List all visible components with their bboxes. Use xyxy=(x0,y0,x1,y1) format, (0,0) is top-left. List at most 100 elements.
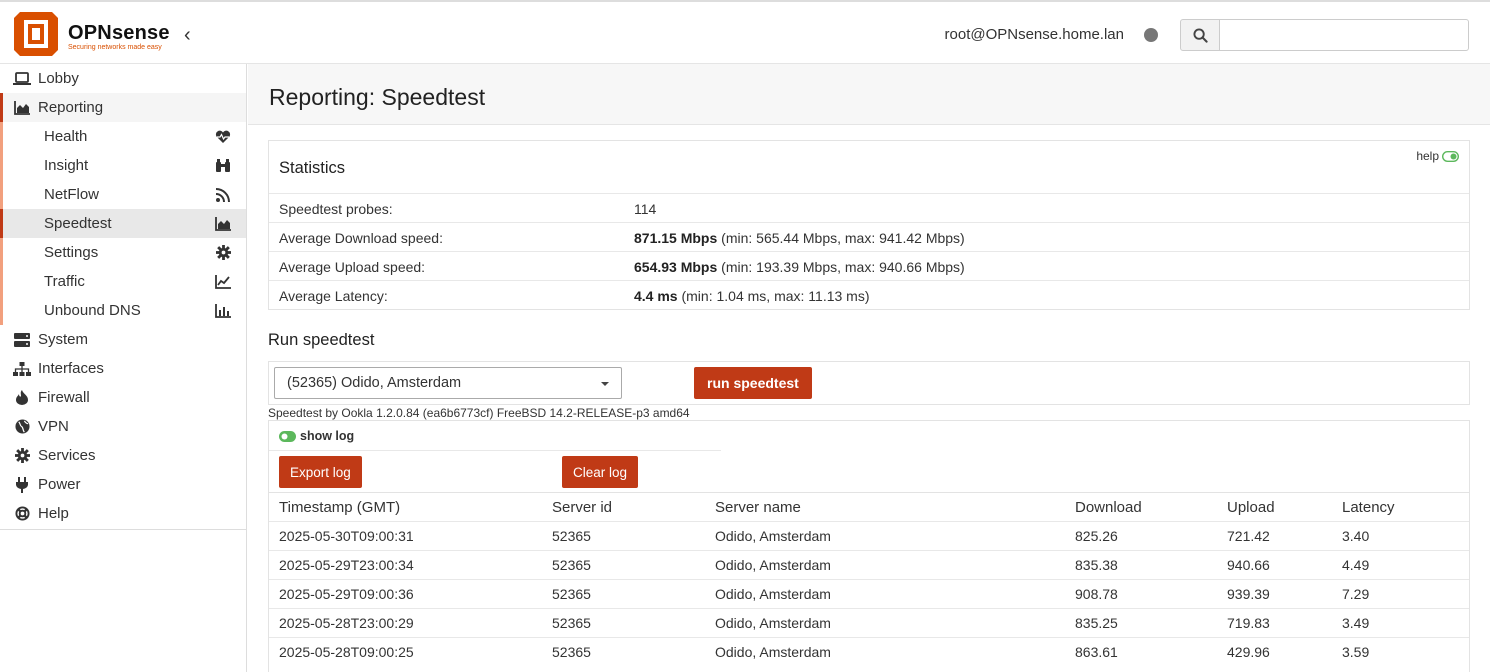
sidebar-item-label: NetFlow xyxy=(44,186,100,203)
sidebar-subitem-speedtest[interactable]: Speedtest xyxy=(0,209,246,238)
area-chart-icon xyxy=(12,100,32,115)
gear-icon xyxy=(12,448,32,463)
stat-row-download: Average Download speed: 871.15 Mbps (min… xyxy=(269,222,1469,251)
sidebar-subitem-netflow[interactable]: NetFlow xyxy=(0,180,246,209)
statistics-panel: Statistics help Speedtest probes: 114 Av… xyxy=(268,140,1470,310)
sidebar-subitem-unbound-dns[interactable]: Unbound DNS xyxy=(0,296,246,325)
table-cell: 721.42 xyxy=(1227,521,1342,551)
sidebar-item-firewall[interactable]: Firewall xyxy=(0,383,246,412)
show-log-toggle[interactable]: show log xyxy=(279,429,354,443)
table-cell: Odido, Amsterdam xyxy=(715,637,1075,667)
stat-row-latency: Average Latency: 4.4 ms (min: 1.04 ms, m… xyxy=(269,280,1469,309)
run-speedtest-panel: (52365) Odido, Amsterdam run speedtest xyxy=(268,361,1470,405)
help-toggle[interactable]: help xyxy=(1416,149,1459,163)
sidebar-item-reporting[interactable]: Reporting xyxy=(0,93,246,122)
column-header[interactable]: Server name xyxy=(715,492,1075,522)
table-cell: 2025-05-28T09:00:25 xyxy=(269,637,552,667)
table-cell: 2025-05-29T23:00:34 xyxy=(269,550,552,580)
table-cell: 52365 xyxy=(552,550,715,580)
sidebar-subitem-insight[interactable]: Insight xyxy=(0,151,246,180)
sidebar-item-services[interactable]: Services xyxy=(0,441,246,470)
sidebar-subitem-health[interactable]: Health xyxy=(0,122,246,151)
sidebar-item-label: Insight xyxy=(44,157,89,174)
table-cell: Odido, Amsterdam xyxy=(715,550,1075,580)
divider xyxy=(269,450,721,451)
brand-tagline: Securing networks made easy xyxy=(68,44,162,51)
table-cell: Odido, Amsterdam xyxy=(715,608,1075,638)
column-header[interactable]: Server id xyxy=(552,492,715,522)
run-speedtest-button[interactable]: run speedtest xyxy=(694,367,812,399)
fire-icon xyxy=(12,390,32,405)
table-cell: 429.96 xyxy=(1227,637,1342,667)
collapse-sidebar-chevron-left-icon[interactable]: ‹ xyxy=(184,24,191,47)
table-cell: 4.49 xyxy=(1342,550,1469,580)
server-select-value: (52365) Odido, Amsterdam xyxy=(287,375,462,391)
status-dot-icon xyxy=(1144,28,1158,42)
sidebar-item-label: Traffic xyxy=(44,273,85,290)
export-log-button[interactable]: Export log xyxy=(279,456,362,488)
heartbeat-icon xyxy=(212,130,234,144)
brand-name: OPNsense xyxy=(68,22,170,44)
stat-label: Average Download speed: xyxy=(279,230,443,246)
caret-down-icon xyxy=(601,382,609,386)
sidebar-item-label: Help xyxy=(38,505,69,522)
run-speedtest-title: Run speedtest xyxy=(268,331,375,349)
gear-icon xyxy=(212,245,234,260)
globe-icon xyxy=(12,419,32,434)
laptop-icon xyxy=(12,71,32,86)
table-cell: 52365 xyxy=(552,521,715,551)
table-cell: 3.59 xyxy=(1342,637,1469,667)
binoculars-icon xyxy=(212,158,234,173)
sidebar-item-label: Unbound DNS xyxy=(44,302,141,319)
clear-log-button[interactable]: Clear log xyxy=(562,456,639,488)
sidebar-item-vpn[interactable]: VPN xyxy=(0,412,246,441)
stat-value: 654.93 Mbps (min: 193.39 Mbps, max: 940.… xyxy=(634,259,965,275)
plug-icon xyxy=(12,476,32,493)
area-chart-icon xyxy=(212,216,234,231)
server-select[interactable]: (52365) Odido, Amsterdam xyxy=(274,367,622,399)
sidebar-divider xyxy=(0,529,246,530)
table-row: 2025-05-28T09:00:25 52365 Odido, Amsterd… xyxy=(269,637,1469,667)
opnsense-logo-icon[interactable] xyxy=(12,10,60,58)
table-cell: 835.25 xyxy=(1075,608,1227,638)
user-label[interactable]: root@OPNsense.home.lan xyxy=(945,26,1124,43)
sidebar-item-label: Interfaces xyxy=(38,360,104,377)
show-log-label: show log xyxy=(300,429,355,443)
column-header[interactable]: Download xyxy=(1075,492,1227,522)
table-cell: 939.39 xyxy=(1227,579,1342,609)
table-cell: 908.78 xyxy=(1075,579,1227,609)
page-title-bar: Reporting: Speedtest xyxy=(248,64,1490,125)
sidebar-item-lobby[interactable]: Lobby xyxy=(0,64,246,93)
search-button[interactable] xyxy=(1180,19,1220,51)
sidebar-item-label: VPN xyxy=(38,418,69,435)
sidebar-item-label: Speedtest xyxy=(44,215,112,232)
server-icon xyxy=(12,332,32,347)
statistics-title: Statistics xyxy=(279,159,346,177)
sidebar-item-interfaces[interactable]: Interfaces xyxy=(0,354,246,383)
table-cell: 2025-05-28T23:00:29 xyxy=(269,608,552,638)
help-label: help xyxy=(1416,149,1439,163)
sidebar-item-power[interactable]: Power xyxy=(0,470,246,499)
table-row: 2025-05-28T23:00:29 52365 Odido, Amsterd… xyxy=(269,608,1469,638)
toggle-on-icon xyxy=(279,430,296,442)
stat-row-probes: Speedtest probes: 114 xyxy=(269,193,1469,222)
column-header[interactable]: Timestamp (GMT) xyxy=(269,492,552,522)
column-header[interactable]: Upload xyxy=(1227,492,1342,522)
sidebar-subitem-traffic[interactable]: Traffic xyxy=(0,267,246,296)
stat-label: Average Upload speed: xyxy=(279,259,426,275)
toggle-off-icon xyxy=(1442,150,1459,162)
sidebar-item-label: Lobby xyxy=(38,70,79,87)
table-cell: 719.83 xyxy=(1227,608,1342,638)
table-row: 2025-05-29T09:00:36 52365 Odido, Amsterd… xyxy=(269,579,1469,609)
bar-chart-icon xyxy=(212,303,234,318)
search-input[interactable] xyxy=(1219,19,1469,51)
table-cell: 7.29 xyxy=(1342,579,1469,609)
line-chart-icon xyxy=(212,274,234,289)
speedtest-version: Speedtest by Ookla 1.2.0.84 (ea6b6773cf)… xyxy=(268,406,690,420)
sidebar-item-system[interactable]: System xyxy=(0,325,246,354)
stat-value: 4.4 ms (min: 1.04 ms, max: 11.13 ms) xyxy=(634,288,870,304)
column-header[interactable]: Latency xyxy=(1342,492,1469,522)
stat-label: Speedtest probes: xyxy=(279,201,393,217)
sidebar-item-help[interactable]: Help xyxy=(0,499,246,528)
sidebar-subitem-settings[interactable]: Settings xyxy=(0,238,246,267)
